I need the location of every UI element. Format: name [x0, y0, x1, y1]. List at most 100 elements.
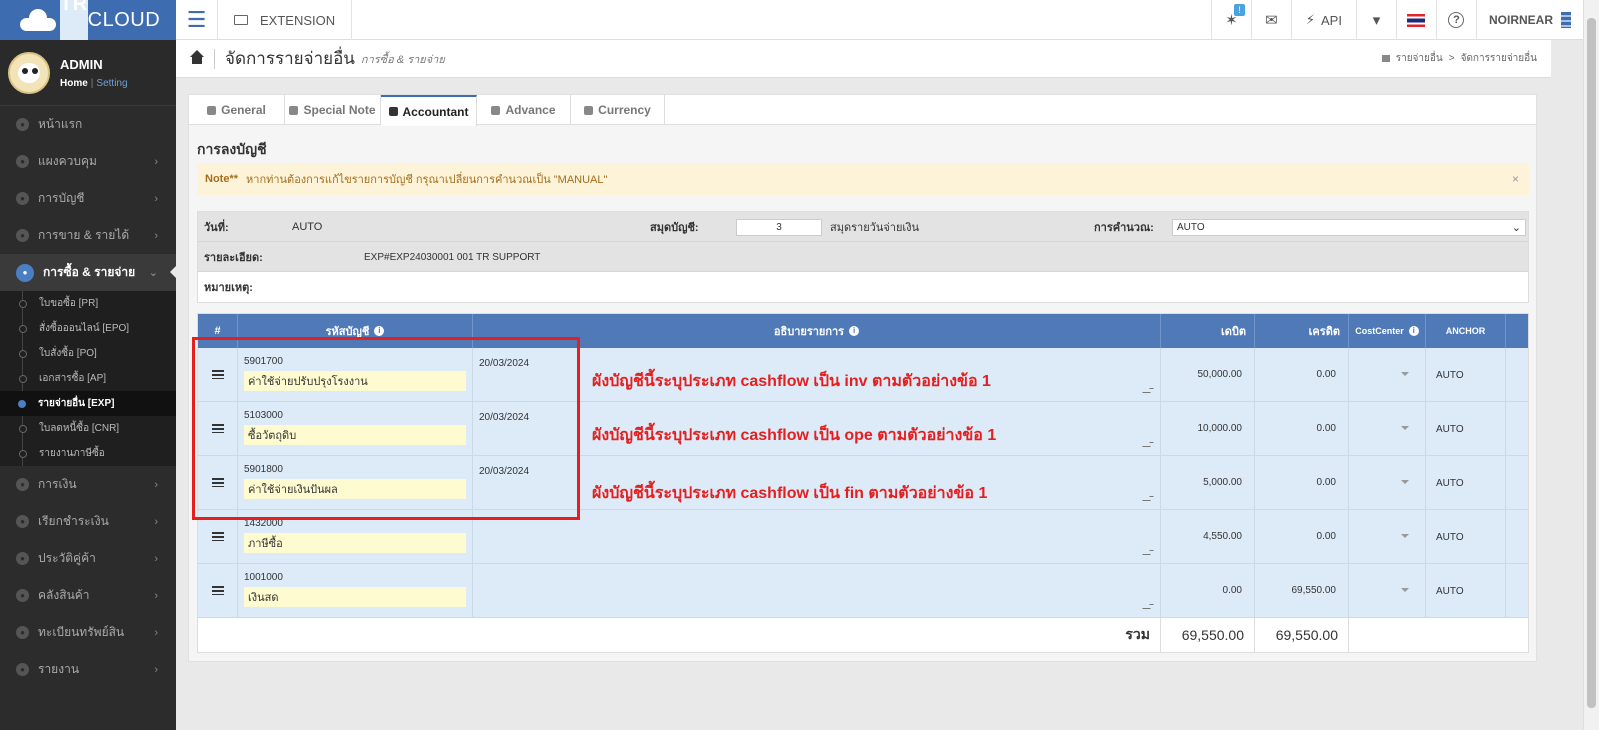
chevron-right-icon: ›	[154, 155, 158, 168]
sidebar-item-label: รายงาน	[38, 662, 80, 676]
sidebar-item[interactable]: ● การบัญชี ›	[0, 180, 176, 217]
menu-toggle-button[interactable]: ☰	[176, 0, 218, 40]
drag-handle-icon[interactable]	[211, 532, 224, 541]
resize-handle-icon[interactable]	[1142, 493, 1158, 501]
sidebar-subitem[interactable]: ใบลดหนี้ซื้อ [CNR]	[19, 416, 176, 441]
mail-button[interactable]: ✉	[1252, 0, 1292, 40]
costcenter-select[interactable]	[1349, 456, 1426, 509]
sidebar-item-label: การเงิน	[38, 477, 77, 491]
api-button[interactable]: ⚡ API	[1292, 0, 1357, 40]
account-name-input[interactable]: ค่าใช้จ่ายเงินปันผล	[244, 479, 466, 499]
link-separator: |	[90, 77, 94, 89]
account-name-input[interactable]: ค่าใช้จ่ายปรับปรุงโรงงาน	[244, 371, 466, 391]
profile-name: ADMIN	[60, 56, 103, 72]
journal-table: # รหัสบัญชี i อธิบายรายการ i เดบิต เครดิต …	[197, 313, 1529, 653]
sidebar-subitem[interactable]: สั่งซื้อออนไลน์ [EPO]	[19, 316, 176, 341]
chevron-down-icon: ⌄	[148, 267, 158, 279]
cloud-icon: ●	[16, 118, 29, 131]
costcenter-select[interactable]	[1349, 564, 1426, 617]
caret-down-icon	[1401, 534, 1409, 538]
home-link[interactable]: Home	[60, 78, 88, 89]
tab-accountant[interactable]: Accountant	[381, 95, 477, 126]
tab-special-note[interactable]: Special Note	[285, 95, 381, 125]
dropdown-button[interactable]: ▾	[1357, 0, 1397, 40]
help-button[interactable]: ?	[1437, 0, 1477, 40]
anchor-value: AUTO	[1436, 586, 1464, 597]
breadcrumb-home-icon[interactable]	[1381, 55, 1390, 62]
resize-handle-icon[interactable]	[1142, 601, 1158, 609]
extension-button[interactable]: EXTENSION	[218, 0, 353, 40]
sidebar-item[interactable]: ● เรียกชำระเงิน ›	[0, 503, 176, 540]
drag-handle-icon[interactable]	[211, 424, 224, 433]
tab-advance[interactable]: Advance	[477, 95, 571, 125]
sidebar-item-label: แผงควบคุม	[38, 154, 97, 168]
anchor-value: AUTO	[1436, 478, 1464, 489]
date-value: AUTO	[292, 221, 323, 233]
sidebar-subitem[interactable]: ใบสั่งซื้อ [PO]	[19, 341, 176, 366]
divider	[214, 48, 215, 69]
cubes-icon: ●	[16, 589, 29, 602]
description-date: 20/03/2024	[479, 412, 530, 423]
language-button[interactable]	[1397, 0, 1437, 40]
drag-handle-icon[interactable]	[211, 586, 224, 595]
brand-logo[interactable]: TR CLOUD	[0, 0, 176, 47]
note-label: Note**	[205, 173, 239, 185]
page-scrollbar[interactable]	[1583, 0, 1599, 730]
notification-badge: !	[1234, 4, 1245, 16]
description-textarea[interactable]	[473, 510, 1161, 563]
caret-down-icon	[1401, 426, 1409, 430]
breadcrumb-item[interactable]: รายจ่ายอื่น	[1396, 51, 1443, 66]
account-name-input[interactable]: ซื้อวัตถุดิบ	[244, 425, 466, 445]
journal-info: วันที่: AUTO สมุดบัญชี: 3 สมุดรายวันจ่าย…	[197, 211, 1529, 303]
sidebar-subitem[interactable]: ใบขอซื้อ [PR]	[19, 291, 176, 316]
costcenter-select[interactable]	[1349, 402, 1426, 455]
resize-handle-icon[interactable]	[1142, 547, 1158, 555]
sidebar-subitem[interactable]: รายงานภาษีซื้อ	[19, 441, 176, 466]
envelope-icon: ✉	[1265, 12, 1278, 29]
journal-number-input[interactable]: 3	[736, 218, 822, 236]
description-textarea[interactable]	[473, 564, 1161, 617]
avatar[interactable]	[8, 51, 50, 94]
info-icon: i	[1408, 326, 1419, 336]
info-row-date: วันที่: AUTO สมุดบัญชี: 3 สมุดรายวันจ่าย…	[198, 212, 1528, 242]
account-name-input[interactable]: เงินสด	[244, 587, 466, 607]
drag-handle-icon[interactable]	[211, 370, 224, 379]
sidebar-item-label: การบัญชี	[38, 191, 85, 205]
scrollbar-thumb[interactable]	[1587, 18, 1596, 708]
user-menu-button[interactable]: NOIRNEAR	[1477, 0, 1583, 40]
costcenter-select[interactable]	[1349, 348, 1426, 401]
costcenter-select[interactable]	[1349, 510, 1426, 563]
chevron-right-icon: ›	[154, 552, 158, 565]
calc-select[interactable]: AUTO ⌄	[1172, 218, 1526, 236]
sidebar-item-purchase[interactable]: ● การซื้อ & รายจ่าย ⌄	[0, 254, 176, 291]
sidebar-item[interactable]: ● การขาย & รายได้ ›	[0, 217, 176, 254]
resize-handle-icon[interactable]	[1142, 385, 1158, 393]
tab-general[interactable]: General	[189, 95, 285, 125]
cart-icon: ●	[16, 263, 34, 282]
home-icon[interactable]	[190, 49, 204, 65]
sidebar-item[interactable]: ● ประวัติคู่ค้า ›	[0, 540, 176, 577]
setting-link[interactable]: Setting	[96, 78, 127, 89]
close-icon[interactable]: ×	[1512, 172, 1519, 186]
caret-down-icon	[1401, 480, 1409, 484]
drag-handle-icon[interactable]	[211, 478, 224, 487]
chevron-right-icon: ›	[154, 478, 158, 491]
sidebar-item[interactable]: ● รายงาน ›	[0, 651, 176, 688]
info-icon: i	[849, 326, 860, 336]
sidebar-item[interactable]: ● การเงิน ›	[0, 466, 176, 503]
tab-currency[interactable]: Currency	[571, 95, 665, 125]
account-name-input[interactable]: ภาษีซื้อ	[244, 533, 466, 553]
sidebar-subitem[interactable]: เอกสารซื้อ [AP]	[19, 366, 176, 391]
monitor-icon: ●	[16, 155, 29, 168]
sidebar-item[interactable]: ● คลังสินค้า ›	[0, 577, 176, 614]
chevron-right-icon: ›	[154, 192, 158, 205]
notification-button[interactable]: ✶ !	[1212, 0, 1252, 40]
debit-value: 5,000.00	[1203, 477, 1242, 488]
sidebar-subitem[interactable]: รายจ่ายอื่น [EXP]	[0, 391, 176, 416]
sidebar-item[interactable]: ● ทะเบียนทรัพย์สิน ›	[0, 614, 176, 651]
note-alert: Note** หากท่านต้องการแก้ไขรายการบัญชี กร…	[197, 163, 1529, 195]
resize-handle-icon[interactable]	[1142, 439, 1158, 447]
sidebar-item[interactable]: ● แผงควบคุม ›	[0, 143, 176, 180]
question-circle-icon: ?	[1448, 12, 1465, 28]
sidebar-item[interactable]: ● หน้าแรก	[0, 106, 176, 143]
